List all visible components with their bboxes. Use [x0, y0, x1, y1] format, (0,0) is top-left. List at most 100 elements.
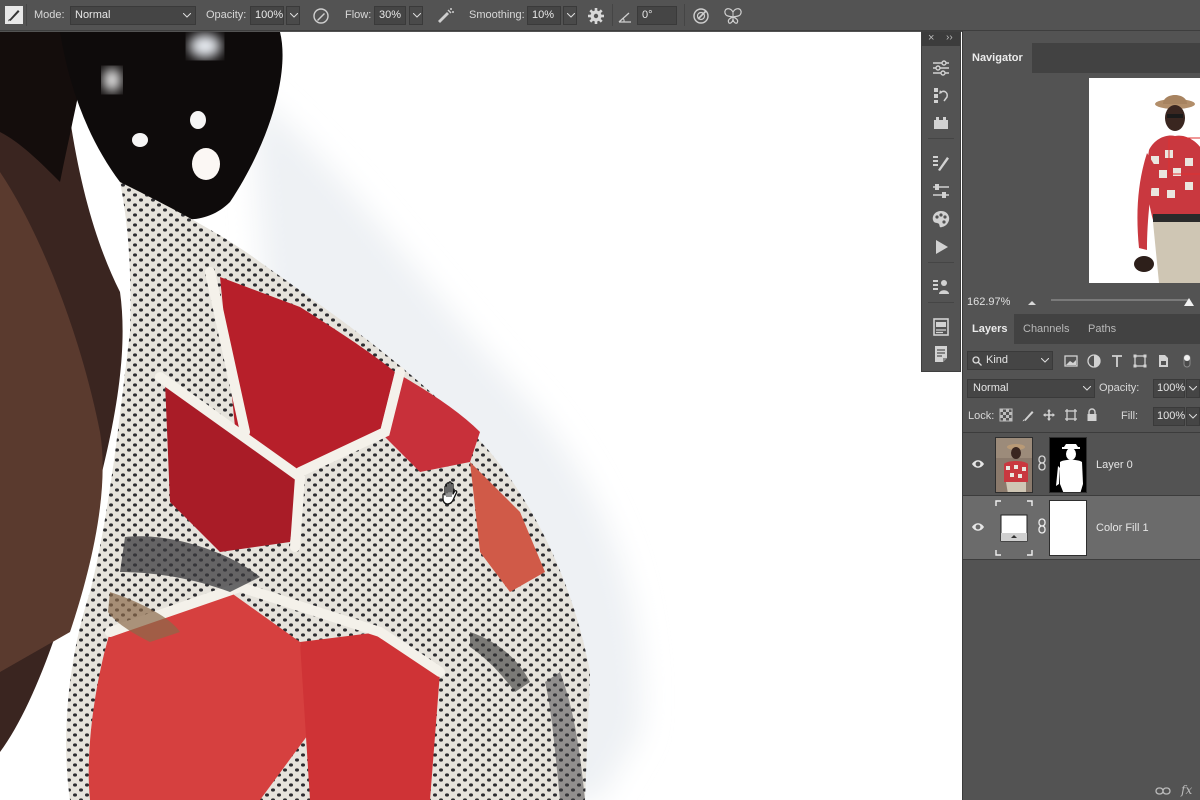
canvas-image	[0, 32, 962, 800]
pressure-opacity-icon[interactable]	[311, 6, 331, 26]
glyphs-panel-icon[interactable]	[931, 317, 951, 337]
opacity-input[interactable]: 100%	[250, 6, 284, 25]
zoom-slider-track[interactable]	[1051, 299, 1189, 301]
layer-row-layer-0[interactable]: Layer 0	[963, 432, 1200, 496]
navigator-tabbar: Navigator	[963, 43, 1200, 73]
smoothing-label: Smoothing:	[469, 9, 525, 21]
libraries-icon[interactable]	[931, 113, 951, 133]
navigator-preview[interactable]	[1089, 78, 1200, 283]
filter-type-layers-icon[interactable]	[1109, 353, 1125, 369]
layer-name[interactable]: Layer 0	[1096, 459, 1133, 471]
strip-divider	[928, 262, 954, 263]
angle-input[interactable]: 0°	[637, 6, 677, 25]
flow-input[interactable]: 30%	[374, 6, 406, 25]
lock-position-icon[interactable]	[1042, 408, 1056, 422]
notes-icon[interactable]	[931, 344, 951, 364]
zoom-in-icon[interactable]	[1183, 295, 1195, 307]
link-layers-icon[interactable]	[1155, 785, 1171, 797]
tab-label: Paths	[1088, 323, 1117, 335]
filter-pixel-layers-icon[interactable]	[1063, 353, 1079, 369]
layer-row-color-fill-1[interactable]: Color Fill 1	[963, 496, 1200, 560]
fill-layer-thumbnail[interactable]	[995, 500, 1033, 556]
gear-icon[interactable]	[586, 6, 606, 26]
tab-layers[interactable]: Layers	[963, 314, 1014, 344]
separator	[684, 4, 685, 26]
opacity-value: 100%	[255, 9, 284, 21]
lock-label: Lock:	[968, 410, 995, 422]
tab-channels[interactable]: Channels	[1014, 314, 1078, 344]
layer-opacity-value: 100%	[1157, 382, 1186, 394]
visibility-eye-icon[interactable]	[971, 458, 985, 470]
opacity-label: Opacity:	[206, 9, 247, 21]
smoothing-dropdown-button[interactable]	[563, 6, 577, 25]
actions-play-icon[interactable]	[931, 237, 951, 257]
chevron-down-icon	[1083, 386, 1091, 391]
blend-mode-dropdown[interactable]: Normal	[967, 379, 1095, 398]
filter-toggle-icon[interactable]	[1179, 353, 1195, 369]
filter-smart-objects-icon[interactable]	[1155, 353, 1171, 369]
navigator-zoom-value[interactable]: 162.97%	[967, 296, 1010, 308]
search-icon	[972, 356, 982, 366]
tab-paths[interactable]: Paths	[1079, 314, 1125, 344]
hand-cursor-icon	[436, 478, 468, 510]
layer-thumbnail[interactable]	[995, 437, 1033, 493]
layer-mask-thumbnail[interactable]	[1049, 500, 1087, 556]
lock-all-icon[interactable]	[1085, 408, 1099, 422]
chevron-down-icon	[183, 13, 191, 18]
close-icon[interactable]: ×	[928, 32, 934, 44]
lock-transparent-pixels-icon[interactable]	[999, 408, 1013, 422]
layers-tabbar: Layers Channels Paths	[963, 314, 1200, 344]
collapsed-panel-strip: × ››	[921, 31, 961, 372]
chevron-down-icon	[413, 13, 421, 18]
options-bar: Mode: Normal Opacity: 100% Flow: 30% Smo…	[0, 0, 1200, 31]
right-panel-dock: Navigator 162.97% Layers Channels Paths …	[962, 31, 1200, 800]
tab-label: Channels	[1023, 323, 1070, 335]
filter-shape-layers-icon[interactable]	[1132, 353, 1148, 369]
fill-value: 100%	[1157, 410, 1186, 422]
layer-opacity-label: Opacity:	[1099, 382, 1140, 394]
fill-layer-icon	[995, 500, 1033, 556]
flow-dropdown-button[interactable]	[409, 6, 423, 25]
clone-source-icon[interactable]	[931, 277, 951, 297]
lock-artboard-icon[interactable]	[1064, 408, 1078, 422]
fill-label: Fill:	[1121, 410, 1139, 422]
butterfly-symmetry-icon[interactable]	[723, 6, 743, 26]
angle-value: 0°	[642, 9, 653, 21]
navigator-thumbnail	[1089, 78, 1200, 283]
properties-icon[interactable]	[931, 58, 951, 78]
filter-kind-value: Kind	[986, 354, 1009, 366]
layer-mask-thumbnail[interactable]	[1049, 437, 1087, 493]
tab-label: Layers	[972, 323, 1008, 335]
airbrush-icon[interactable]	[435, 6, 455, 26]
filter-adjustment-layers-icon[interactable]	[1086, 353, 1102, 369]
history-icon[interactable]	[931, 85, 951, 105]
tab-navigator[interactable]: Navigator	[963, 43, 1032, 73]
fill-input[interactable]: 100%	[1153, 407, 1185, 426]
chain-link-icon[interactable]	[1037, 455, 1047, 471]
layer-filter-dropdown[interactable]: Kind	[967, 351, 1053, 370]
lock-image-pixels-icon[interactable]	[1021, 408, 1035, 422]
pressure-size-icon[interactable]	[691, 6, 711, 26]
blend-mode-value: Normal	[973, 382, 1009, 394]
smoothing-input[interactable]: 10%	[527, 6, 561, 25]
mode-dropdown[interactable]: Normal	[70, 6, 196, 25]
swatches-palette-icon[interactable]	[931, 209, 951, 229]
fill-dropdown-button[interactable]	[1186, 407, 1200, 426]
strip-header: × ››	[922, 32, 960, 46]
zoom-out-icon[interactable]	[1025, 296, 1039, 308]
layer-name[interactable]: Color Fill 1	[1096, 522, 1149, 534]
brush-tool-icon[interactable]	[4, 5, 24, 25]
layers-panel-footer: fx	[963, 780, 1200, 800]
brush-settings-icon[interactable]	[931, 153, 951, 173]
expand-panels-icon[interactable]: ››	[946, 32, 953, 43]
layer-opacity-input[interactable]: 100%	[1153, 379, 1185, 398]
layer-opacity-dropdown-button[interactable]	[1186, 379, 1200, 398]
document-canvas[interactable]	[0, 32, 962, 800]
visibility-eye-icon[interactable]	[971, 521, 985, 533]
chevron-down-icon	[1189, 386, 1197, 391]
chain-link-icon[interactable]	[1037, 518, 1047, 534]
chevron-down-icon	[290, 13, 298, 18]
opacity-dropdown-button[interactable]	[286, 6, 300, 25]
layer-effects-fx-icon[interactable]: fx	[1181, 783, 1192, 797]
adjustments-icon[interactable]	[931, 181, 951, 201]
